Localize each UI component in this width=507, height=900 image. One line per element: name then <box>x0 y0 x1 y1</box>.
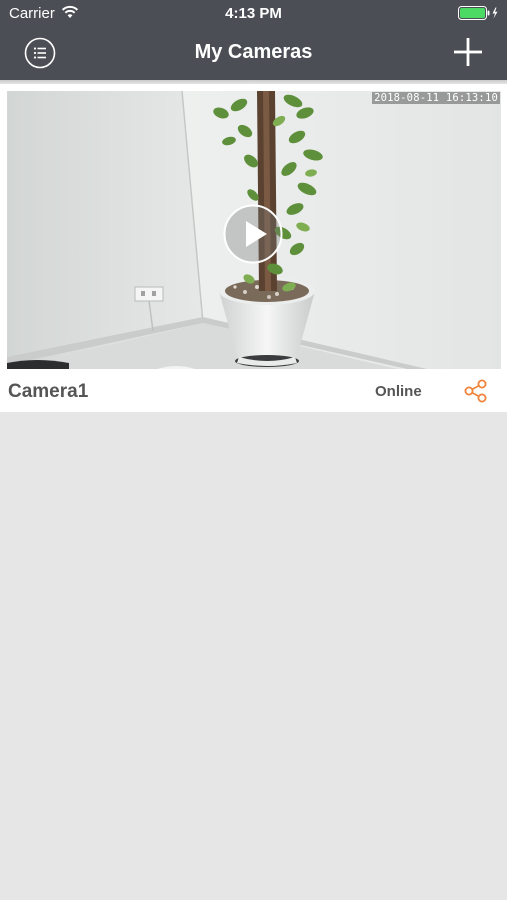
video-timestamp: 2018-08-11 16:13:10 <box>372 92 500 104</box>
camera-preview[interactable]: 2018-08-11 16:13:10 <box>7 91 501 369</box>
camera-name: Camera1 <box>8 381 89 402</box>
play-icon[interactable] <box>223 204 283 264</box>
page-title: My Cameras <box>194 41 313 63</box>
app-header: Carrier 4:13 PM My Cameras <box>0 0 507 80</box>
camera-status: Online <box>375 383 422 400</box>
status-time: 4:13 PM <box>225 5 282 22</box>
status-bar: Carrier 4:13 PM <box>0 0 507 26</box>
navigation-bar: My Cameras <box>0 26 507 80</box>
battery-icon <box>458 6 498 20</box>
add-camera-button[interactable] <box>453 37 483 67</box>
camera-card[interactable]: 2018-08-11 16:13:10 Camera1 Online <box>0 84 507 412</box>
share-icon[interactable] <box>463 378 489 404</box>
